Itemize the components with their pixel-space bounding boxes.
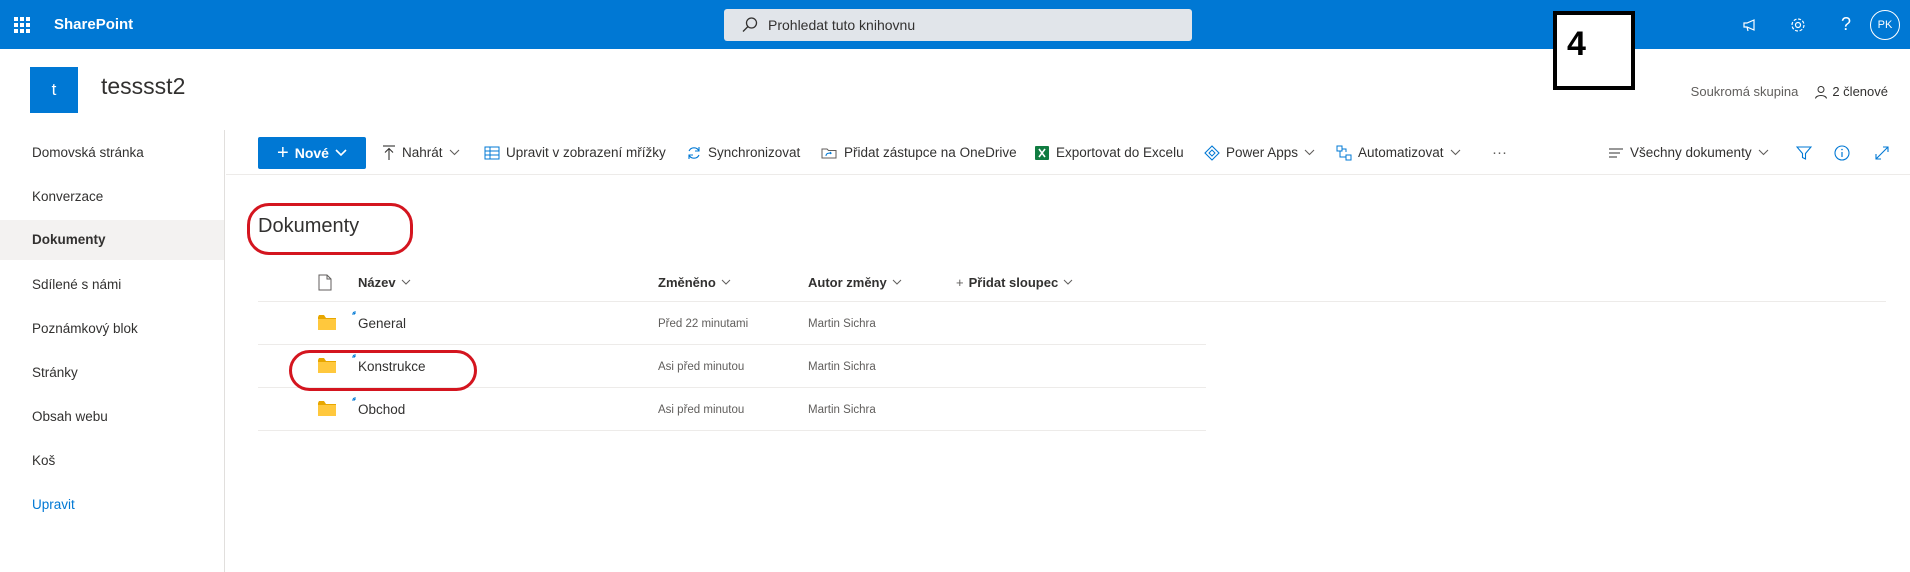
nav-item-shared-with-us[interactable]: Sdílené s námi — [0, 265, 224, 305]
nav-edit-link[interactable]: Upravit — [0, 485, 224, 525]
automate-button[interactable]: Automatizovat — [1336, 130, 1461, 175]
column-name-label: Název — [358, 274, 396, 290]
row-name[interactable]: Obchod — [358, 388, 405, 431]
nav-item-site-contents[interactable]: Obsah webu — [0, 397, 224, 437]
plus-icon: + — [956, 274, 964, 290]
folder-icon — [318, 401, 336, 416]
site-title[interactable]: tesssst2 — [101, 73, 185, 100]
filter-icon[interactable] — [1796, 130, 1812, 175]
export-excel-button[interactable]: Exportovat do Excelu — [1034, 130, 1184, 175]
step-annotation-box: 4 — [1553, 11, 1635, 90]
brand-name[interactable]: SharePoint — [54, 0, 133, 49]
sync-icon — [688, 146, 700, 159]
command-bar: + Nové Nahrát Upravit v zobrazení mřížky… — [226, 130, 1910, 175]
add-shortcut-onedrive-button[interactable]: Přidat zástupce na OneDrive — [820, 130, 1017, 175]
onedrive-shortcut-icon — [821, 148, 837, 158]
privacy-label: Soukromá skupina — [1690, 84, 1799, 99]
step-number: 4 — [1567, 25, 1586, 63]
flow-icon — [1336, 145, 1352, 160]
more-actions-button[interactable]: ··· — [1492, 130, 1507, 175]
row-modified-by[interactable]: Martin Sichra — [808, 345, 876, 388]
new-button-label: Nové — [294, 145, 329, 161]
nav-item-documents[interactable]: Dokumenty — [0, 220, 224, 260]
chevron-down-icon — [1450, 149, 1460, 156]
folder-icon — [318, 315, 336, 330]
list-row[interactable]: Obchod Asi před minutou Martin Sichra — [258, 388, 1206, 431]
export-excel-label: Exportovat do Excelu — [1056, 145, 1184, 160]
power-apps-button[interactable]: Power Apps — [1204, 130, 1315, 175]
sync-label: Synchronizovat — [708, 145, 801, 160]
site-meta: Soukromá skupina 2 členové — [1691, 84, 1888, 99]
column-header-modified-by[interactable]: Autor změny — [808, 262, 902, 302]
search-icon — [742, 17, 758, 32]
column-header-modified[interactable]: Změněno — [658, 262, 731, 302]
chevron-down-icon — [449, 149, 459, 156]
row-modified-by[interactable]: Martin Sichra — [808, 388, 876, 431]
add-column-button[interactable]: + Přidat sloupec — [956, 262, 1073, 302]
annotation-oval-konstrukce — [289, 350, 477, 391]
add-column-label: Přidat sloupec — [968, 274, 1059, 290]
left-navigation: Domovská stránka Konverzace Dokumenty Sd… — [0, 130, 225, 572]
list-row[interactable]: General Před 22 minutami Martin Sichra — [258, 302, 1206, 345]
upload-button[interactable]: Nahrát — [382, 130, 460, 175]
new-button[interactable]: + Nové — [258, 137, 366, 169]
row-name[interactable]: General — [358, 302, 406, 345]
chevron-down-icon — [1758, 149, 1768, 156]
search-input[interactable] — [768, 17, 1168, 33]
power-apps-label: Power Apps — [1226, 145, 1299, 160]
nav-item-notebook[interactable]: Poznámkový blok — [0, 309, 224, 349]
view-switcher[interactable]: Všechny dokumenty — [1608, 130, 1769, 175]
nav-item-home[interactable]: Domovská stránka — [0, 133, 224, 173]
grid-icon — [484, 146, 500, 159]
nav-item-recycle-bin[interactable]: Koš — [0, 441, 224, 481]
site-logo[interactable]: t — [30, 67, 78, 113]
excel-icon — [1035, 145, 1049, 160]
gear-icon[interactable] — [1774, 0, 1822, 49]
chevron-down-icon — [335, 149, 347, 157]
avatar[interactable]: PK — [1870, 10, 1900, 40]
column-modified-by-label: Autor změny — [808, 274, 887, 290]
automate-label: Automatizovat — [1358, 145, 1444, 160]
nav-item-conversations[interactable]: Konverzace — [0, 177, 224, 217]
row-modified: Asi před minutou — [658, 403, 745, 416]
file-type-icon[interactable] — [318, 262, 332, 302]
column-modified-label: Změněno — [658, 274, 716, 290]
chevron-down-icon — [401, 279, 410, 285]
members-label: 2 členové — [1832, 84, 1888, 99]
upload-label: Nahrát — [402, 145, 443, 160]
expand-icon[interactable] — [1874, 130, 1890, 175]
row-modified: Asi před minutou — [658, 360, 745, 373]
search-box[interactable] — [724, 9, 1192, 41]
info-icon[interactable] — [1834, 130, 1850, 175]
chevron-down-icon — [892, 279, 902, 285]
power-apps-icon — [1204, 144, 1220, 161]
row-modified: Před 22 minutami — [658, 317, 749, 330]
view-list-icon — [1609, 148, 1623, 157]
annotation-oval-title — [247, 203, 413, 255]
view-label: Všechny dokumenty — [1630, 145, 1752, 160]
chevron-down-icon — [1304, 149, 1315, 156]
chevron-down-icon — [1063, 279, 1073, 285]
chevron-down-icon — [721, 279, 731, 285]
list-header: Název Změněno Autor změny + Přidat sloup… — [258, 262, 1886, 302]
person-icon — [1815, 85, 1828, 99]
help-icon[interactable]: ? — [1822, 0, 1870, 49]
column-header-name[interactable]: Název — [358, 262, 411, 302]
add-shortcut-onedrive-label: Přidat zástupce na OneDrive — [844, 145, 1017, 160]
app-launcher-icon[interactable] — [0, 0, 44, 49]
row-modified-by[interactable]: Martin Sichra — [808, 302, 876, 345]
plus-icon: + — [277, 142, 289, 164]
members-button[interactable]: 2 členové — [1814, 84, 1888, 99]
upload-icon — [383, 144, 395, 160]
grid-edit-label: Upravit v zobrazení mřížky — [506, 145, 666, 160]
megaphone-icon[interactable] — [1726, 0, 1774, 49]
grid-edit-button[interactable]: Upravit v zobrazení mřížky — [484, 130, 666, 175]
sync-button[interactable]: Synchronizovat — [686, 130, 800, 175]
nav-item-pages[interactable]: Stránky — [0, 353, 224, 393]
